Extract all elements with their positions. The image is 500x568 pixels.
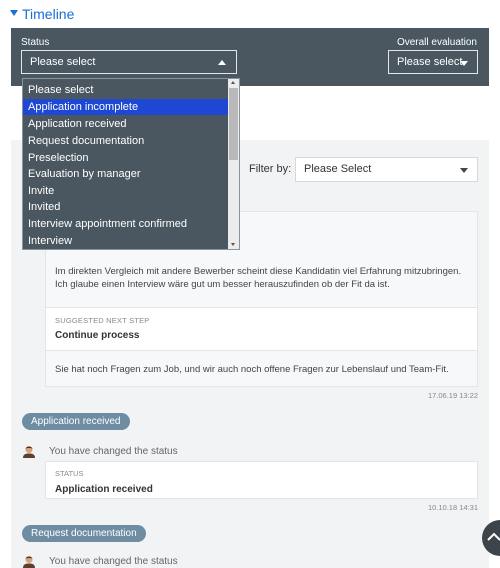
dropdown-option[interactable]: Interview <box>23 233 228 249</box>
evaluation-comment: Im direkten Vergleich mit andere Bewerbe… <box>55 266 462 290</box>
dropdown-scrollbar[interactable] <box>228 79 239 249</box>
scroll-down-arrow-icon[interactable] <box>231 243 235 246</box>
entry-timestamp: 10.10.18 14:31 <box>427 503 478 512</box>
filter-select[interactable]: Please Select <box>295 157 478 182</box>
dropdown-option[interactable]: Application received <box>23 116 228 132</box>
status-badge: Application received <box>22 413 130 430</box>
filter-label: Filter by: <box>249 163 292 175</box>
status-change-value: Application received <box>55 484 153 495</box>
status-badge: Request documentation <box>22 525 146 542</box>
status-select-value: Please select <box>30 56 96 68</box>
status-dropdown-list[interactable]: Please select Application incomplete App… <box>22 78 240 250</box>
status-change-card: STATUS Application received <box>45 461 478 499</box>
overall-evaluation-select[interactable]: Please select <box>388 50 478 74</box>
timeline-header[interactable]: Timeline <box>0 0 500 27</box>
suggested-next-step-box: SUGGESTED NEXT STEP Continue process <box>46 307 477 351</box>
dropdown-option[interactable]: Application incomplete <box>23 99 228 115</box>
status-label: Status <box>21 37 50 48</box>
entry-timestamp: 17.06.19 13:22 <box>427 391 478 400</box>
scrollbar-thumb[interactable] <box>229 88 238 160</box>
caret-down-icon <box>460 61 468 66</box>
chevron-up-icon <box>487 532 500 541</box>
dropdown-option[interactable]: Evaluation by manager <box>23 166 228 182</box>
status-select[interactable]: Please select <box>21 50 237 74</box>
dropdown-option[interactable]: Invited <box>23 199 228 215</box>
suggested-next-step-label: SUGGESTED NEXT STEP <box>55 316 150 325</box>
dropdown-option[interactable]: Interview appointment confirmed <box>23 216 228 232</box>
dropdown-option[interactable]: Please select <box>23 82 228 98</box>
dropdown-option[interactable]: Invite <box>23 183 228 199</box>
caret-down-icon <box>460 168 468 173</box>
dropdown-option[interactable]: Request documentation <box>23 133 228 149</box>
scroll-to-top-button[interactable] <box>482 520 500 556</box>
evaluation-note: Sie hat noch Fragen zum Job, und wir auc… <box>55 364 449 375</box>
filter-select-value: Please Select <box>304 163 372 175</box>
overall-evaluation-value: Please select <box>397 56 463 68</box>
caret-down-icon <box>10 10 18 16</box>
dropdown-option[interactable]: Preselection <box>23 150 228 166</box>
overall-evaluation-label: Overall evaluation <box>396 37 477 48</box>
changed-status-text: You have changed the status <box>49 556 178 567</box>
suggested-next-step-value: Continue process <box>55 330 140 341</box>
status-change-label: STATUS <box>55 469 84 478</box>
changed-status-text: You have changed the status <box>49 446 178 457</box>
caret-up-icon <box>218 60 226 65</box>
user-avatar-icon <box>23 446 35 458</box>
timeline-title: Timeline <box>22 6 75 22</box>
user-avatar-icon <box>23 556 35 568</box>
scroll-up-arrow-icon[interactable] <box>231 81 235 84</box>
